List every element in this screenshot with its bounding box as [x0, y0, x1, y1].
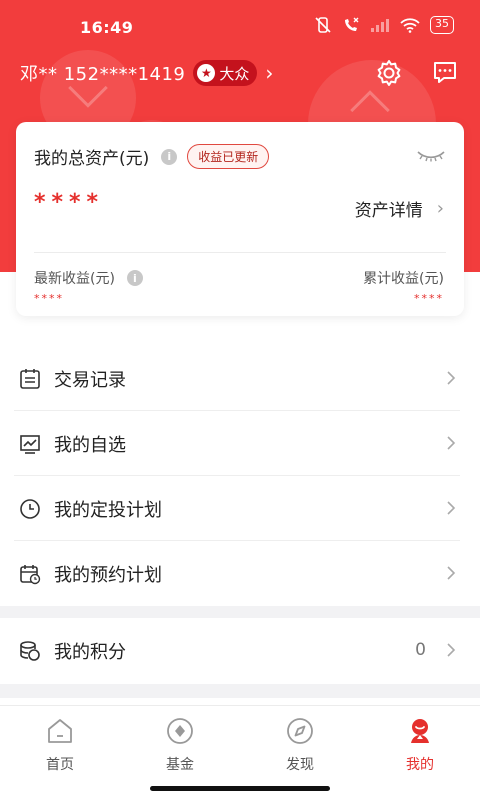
info-icon[interactable]: i	[126, 270, 143, 286]
chevron-right-icon	[447, 371, 456, 385]
cumulative-earnings-label: 累计收益(元)	[363, 271, 444, 287]
chart-icon	[18, 432, 42, 456]
account-header[interactable]: 邓** 152****1419 ★ 大众 ›	[20, 60, 273, 86]
menu-item-transactions[interactable]: 交易记录	[0, 346, 480, 411]
messages-button[interactable]	[430, 58, 460, 88]
total-assets-value: ****	[34, 190, 105, 215]
chevron-right-icon	[447, 501, 456, 515]
status-bar: 16:49 35	[0, 0, 480, 52]
chevron-right-icon	[447, 436, 456, 450]
message-icon	[434, 62, 456, 83]
menu-item-label: 交易记录	[54, 369, 126, 391]
menu-item-watchlist[interactable]: 我的自选	[0, 411, 480, 476]
tab-home[interactable]: 首页	[0, 706, 120, 800]
clock-icon	[18, 497, 42, 521]
vibrate-off-icon	[315, 17, 331, 33]
asset-card: 我的总资产(元) i 收益已更新 **** 资产详情 › 最新收益(元) i *…	[16, 122, 464, 316]
calendar-icon	[18, 562, 42, 586]
info-icon[interactable]: i	[161, 148, 178, 165]
menu-item-investment-plan[interactable]: 我的定投计划	[0, 476, 480, 541]
settings-button[interactable]	[374, 58, 404, 88]
list-icon	[18, 367, 42, 391]
menu-item-label: 我的预约计划	[54, 564, 162, 586]
wifi-icon	[400, 18, 420, 33]
menu-item-points[interactable]: 我的积分 0	[0, 618, 480, 684]
compass-icon	[285, 716, 315, 746]
tab-label: 发现	[286, 757, 314, 773]
tab-label: 首页	[46, 757, 74, 773]
signal-icon	[371, 19, 389, 32]
home-indicator	[150, 786, 330, 791]
latest-earnings-label: 最新收益(元)	[34, 271, 115, 287]
star-icon: ★	[197, 64, 216, 82]
call-blocked-icon	[345, 17, 359, 31]
menu-item-reservation-plan[interactable]: 我的预约计划	[0, 541, 480, 606]
toggle-visibility-button[interactable]	[416, 148, 446, 167]
profile-icon	[405, 716, 435, 746]
fund-icon	[165, 716, 195, 746]
account-name: 邓** 152****1419	[20, 64, 186, 85]
divider	[34, 252, 446, 253]
cumulative-earnings-value: ****	[414, 292, 444, 305]
chevron-right-icon	[447, 643, 456, 657]
chevron-right-icon: ›	[436, 198, 444, 219]
battery-indicator: 35	[430, 16, 454, 34]
asset-details-label: 资产详情	[354, 201, 423, 221]
menu-item-label: 我的定投计划	[54, 499, 162, 521]
menu-item-label: 我的自选	[54, 434, 126, 456]
eye-closed-icon	[417, 151, 445, 162]
total-assets-title: 我的总资产(元)	[34, 149, 150, 169]
tab-label: 基金	[166, 757, 194, 773]
menu-list: 交易记录 我的自选 我的定投计划 我的预约计划	[0, 346, 480, 606]
coins-icon	[18, 639, 42, 663]
member-level-label: 大众	[219, 64, 250, 83]
tab-profile[interactable]: 我的	[360, 706, 480, 800]
home-icon	[45, 716, 75, 746]
tab-label: 我的	[406, 757, 434, 773]
section-gap	[0, 684, 480, 698]
menu-item-label: 我的积分	[54, 642, 126, 663]
member-level-badge[interactable]: ★ 大众	[193, 60, 258, 86]
points-value: 0	[415, 640, 426, 660]
latest-earnings-value: ****	[34, 292, 64, 305]
chevron-right-icon: ›	[265, 61, 274, 85]
chevron-right-icon	[447, 566, 456, 580]
section-gap	[0, 606, 480, 618]
gear-icon	[377, 60, 401, 86]
status-time: 16:49	[80, 18, 134, 37]
earnings-updated-badge: 收益已更新	[187, 144, 270, 169]
asset-details-link[interactable]: 资产详情 ›	[355, 196, 444, 221]
